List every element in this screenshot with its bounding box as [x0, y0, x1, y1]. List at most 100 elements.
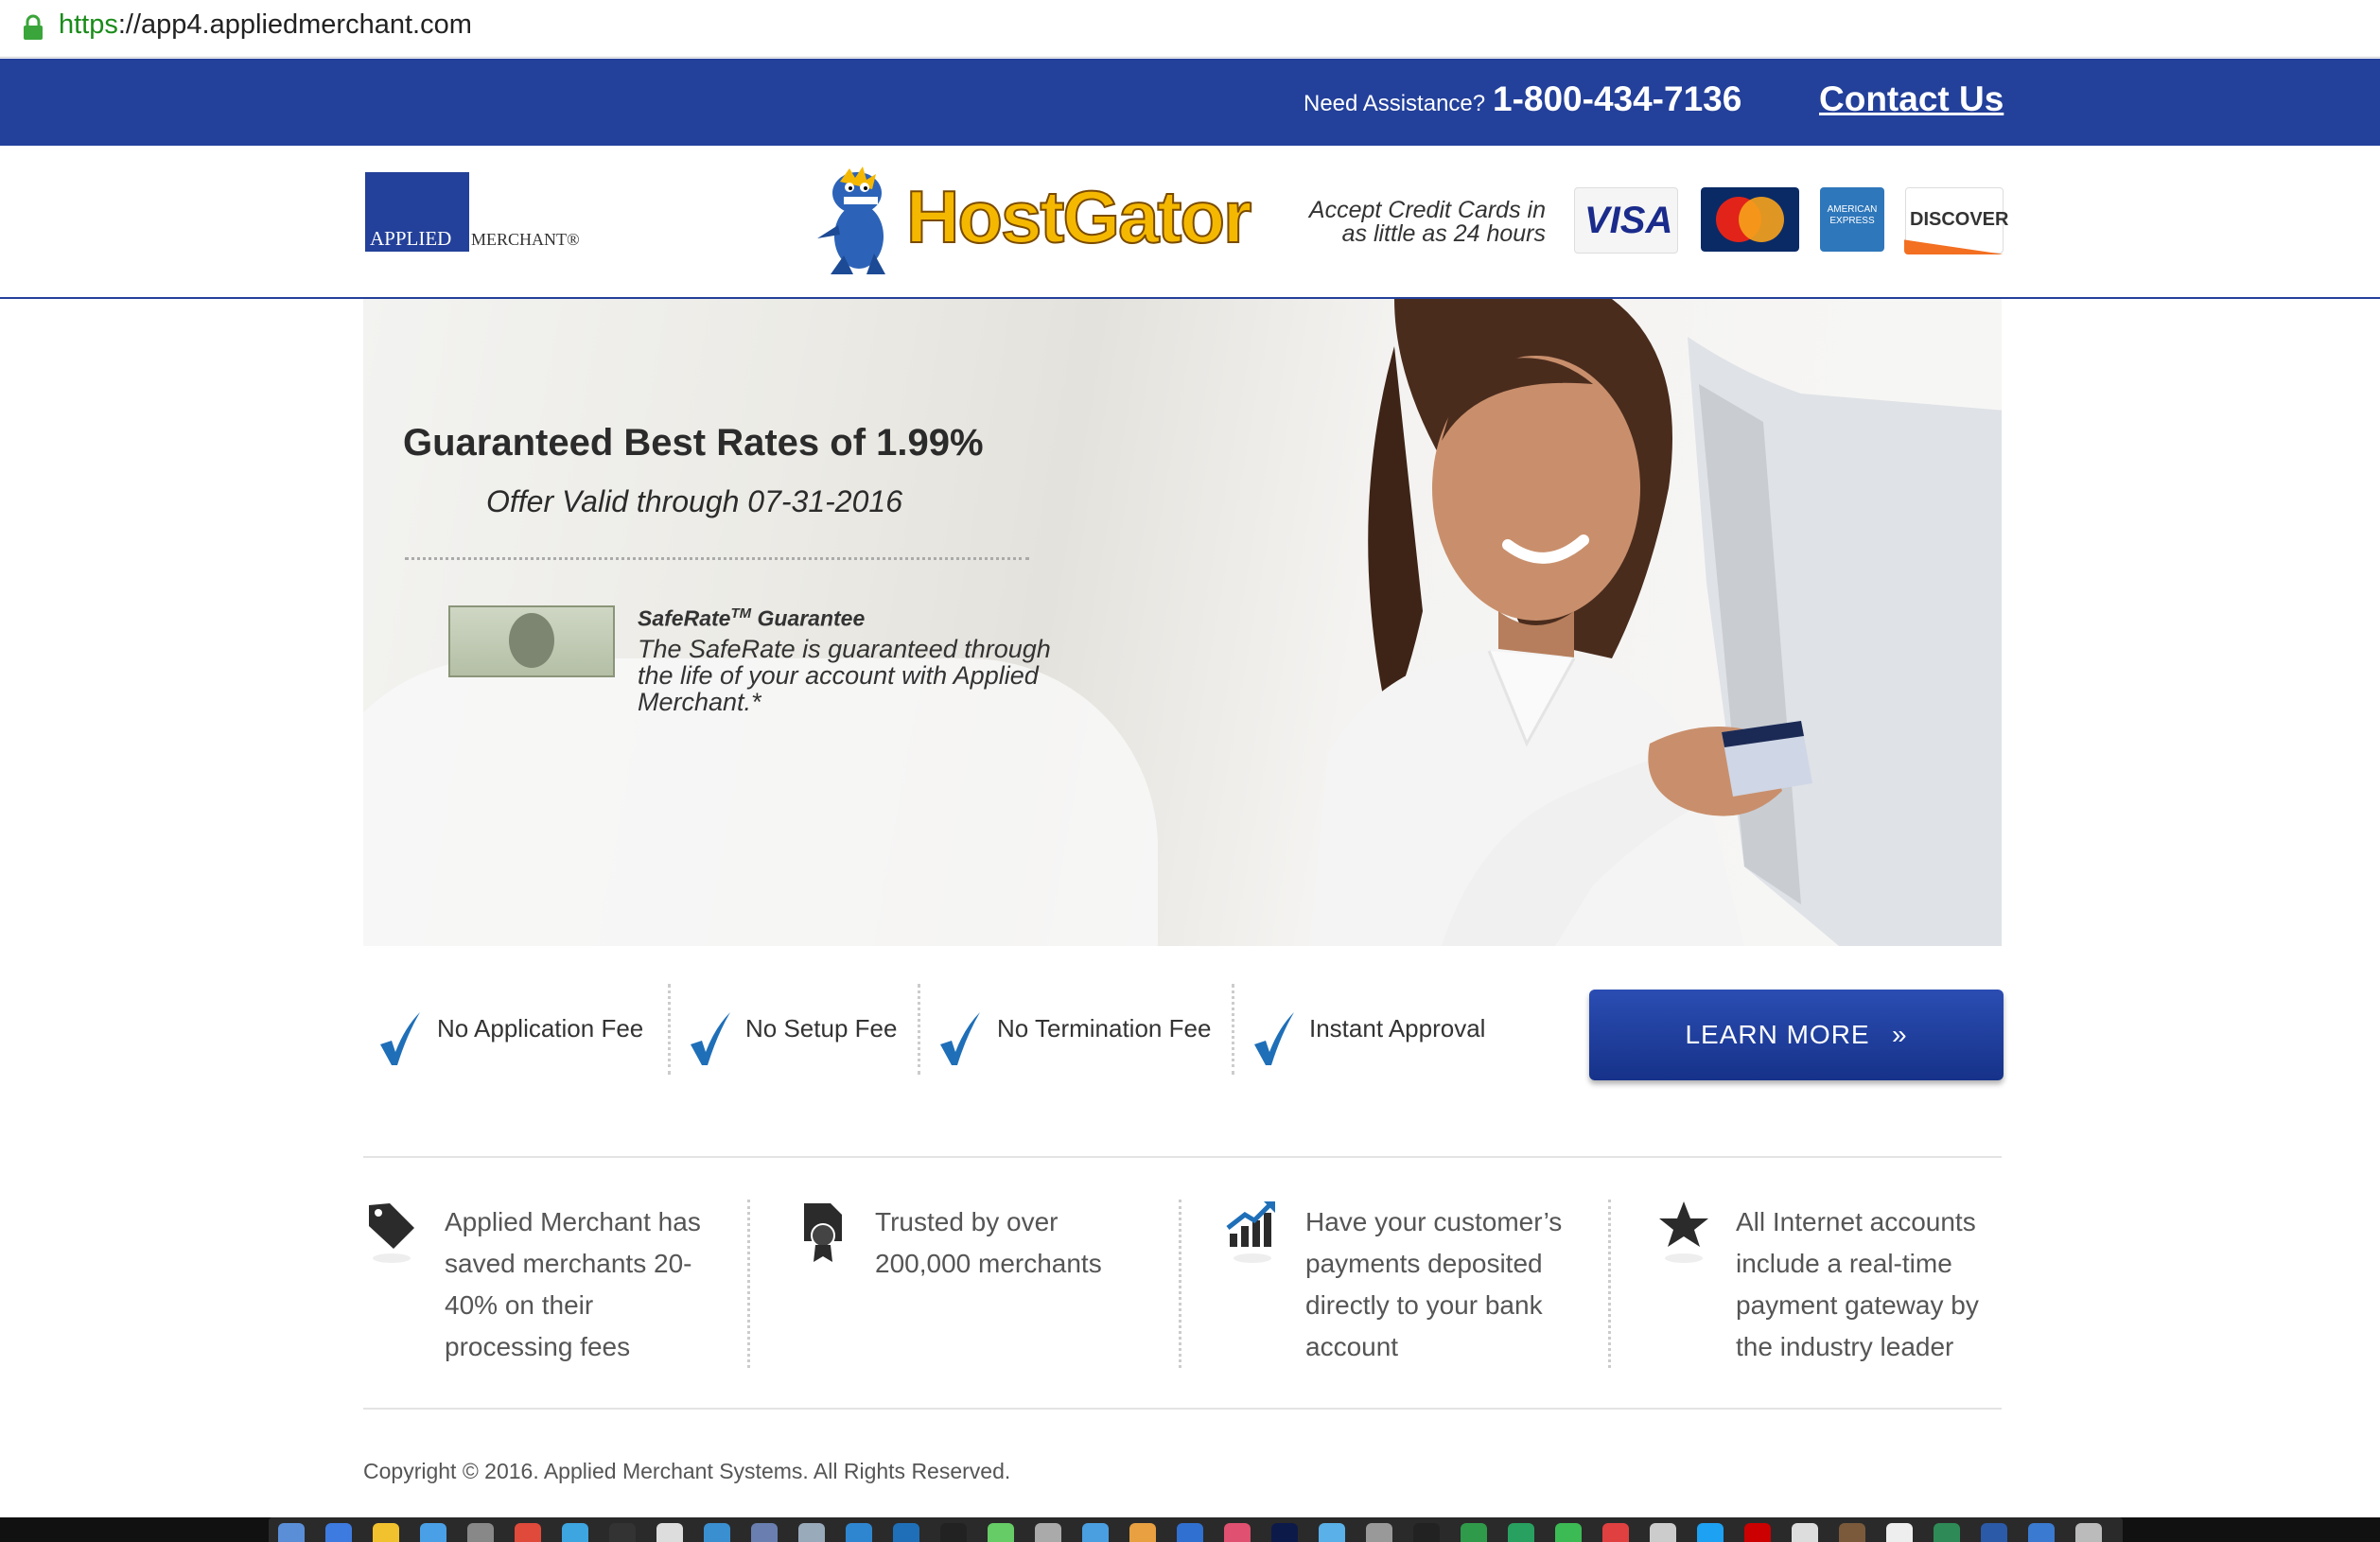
visa-card-icon: VISA	[1574, 187, 1678, 254]
accept-cards-tagline: Accept Credit Cards in as little as 24 h…	[1308, 197, 1546, 247]
dock-app-icon[interactable]	[562, 1523, 588, 1542]
dock-app-icon[interactable]	[1555, 1523, 1582, 1542]
benefit-text: All Internet accounts include a real-tim…	[1736, 1207, 1979, 1361]
feature-label: No Application Fee	[437, 1014, 644, 1043]
dock-app-icon[interactable]	[940, 1523, 967, 1542]
woman-with-card-photo	[1309, 299, 2002, 946]
url-scheme: https	[59, 9, 118, 40]
dock-app-icon[interactable]	[1319, 1523, 1345, 1542]
benefit-divider	[1179, 1200, 1181, 1368]
checkmark-icon	[380, 1012, 420, 1065]
benefit-text: Applied Merchant has saved merchants 20-…	[445, 1207, 701, 1361]
dock-app-icon[interactable]	[1839, 1523, 1865, 1542]
checkmark-icon	[1254, 1012, 1294, 1065]
dock-app-icon[interactable]	[988, 1523, 1014, 1542]
dock-app-icon[interactable]	[751, 1523, 778, 1542]
logo-applied-text: APPLIED	[370, 227, 452, 250]
checkmark-icon	[940, 1012, 980, 1065]
dock-app-icon[interactable]	[1224, 1523, 1251, 1542]
dotted-divider	[405, 557, 1029, 560]
dock-app-icon[interactable]	[1271, 1523, 1298, 1542]
dock-app-icon[interactable]	[1366, 1523, 1392, 1542]
trash-icon[interactable]	[2075, 1523, 2102, 1542]
benefit-text: Have your customer’s payments deposited …	[1305, 1207, 1563, 1361]
dock-app-icon[interactable]	[1461, 1523, 1487, 1542]
double-chevron-right-icon: »	[1891, 1020, 1908, 1049]
dock-app-icon[interactable]	[1129, 1523, 1156, 1542]
phone-number[interactable]: 1-800-434-7136	[1493, 79, 1741, 119]
dock-app-icon[interactable]	[1981, 1523, 2007, 1542]
section-divider	[363, 1156, 2002, 1158]
dock-app-icon[interactable]	[1177, 1523, 1203, 1542]
url-host: ://app4.appliedmerchant.com	[117, 9, 472, 40]
dock-app-icon[interactable]	[420, 1523, 446, 1542]
dock-app-icon[interactable]	[1650, 1523, 1676, 1542]
learn-more-label: LEARN MORE	[1685, 1020, 1870, 1049]
mastercard-icon	[1701, 187, 1799, 252]
hero-title: Guaranteed Best Rates of 1.99%	[403, 422, 984, 464]
hostgator-wordmark: HostGator	[905, 174, 1252, 259]
feature-divider	[668, 984, 671, 1075]
dock-app-icon[interactable]	[893, 1523, 919, 1542]
dock-app-icon[interactable]	[1792, 1523, 1818, 1542]
discover-card-icon: DISCOVER	[1904, 187, 2008, 254]
benefit-text: Trusted by over 200,000 merchants	[875, 1207, 1102, 1278]
dock-app-icon[interactable]	[1744, 1523, 1771, 1542]
feature-item: No Termination Fee	[938, 993, 1222, 1073]
growth-chart-icon	[1226, 1201, 1275, 1263]
star-icon	[1659, 1201, 1708, 1263]
copyright-text: Copyright © 2016. Applied Merchant Syste…	[363, 1459, 1011, 1483]
applied-merchant-logo[interactable]: APPLIED MERCHANT®	[365, 172, 588, 252]
contact-us-link[interactable]: Contact Us	[1819, 79, 2004, 119]
dock-app-icon[interactable]	[373, 1523, 399, 1542]
dock-app-icon[interactable]	[1413, 1523, 1440, 1542]
hundred-dollar-bill-image	[448, 605, 615, 677]
feature-divider	[918, 984, 920, 1075]
amex-text: AMERICAN EXPRESS	[1827, 204, 1878, 226]
learn-more-button[interactable]: LEARN MORE »	[1589, 990, 2004, 1080]
dock-app-icon[interactable]	[1602, 1523, 1629, 1542]
dock-app-icon[interactable]	[1035, 1523, 1061, 1542]
dock-app-icon[interactable]	[846, 1523, 872, 1542]
ribbon-badge-icon	[804, 1203, 842, 1262]
dock-app-icon[interactable]	[1697, 1523, 1724, 1542]
checkmark-icon	[691, 1012, 730, 1065]
dock-app-icon[interactable]	[1508, 1523, 1534, 1542]
saferate-guarantee-word: Guarantee	[751, 605, 866, 631]
saferate-description: The SafeRate is guaranteed through the l…	[638, 635, 1051, 716]
feature-label: Instant Approval	[1309, 1014, 1486, 1043]
dock-app-icon[interactable]	[515, 1523, 541, 1542]
dock-app-icon[interactable]	[656, 1523, 683, 1542]
url-text[interactable]: https://app4.appliedmerchant.com	[59, 9, 472, 41]
feature-label: No Setup Fee	[745, 1014, 898, 1043]
feature-item: Instant Approval	[1252, 993, 1498, 1073]
dock-app-icon[interactable]	[798, 1523, 825, 1542]
benefit-divider	[1608, 1200, 1611, 1368]
tag-icon	[369, 1203, 414, 1263]
gator-mascot-icon	[817, 166, 885, 274]
dock-app-icon[interactable]	[325, 1523, 352, 1542]
benefit-divider	[747, 1200, 750, 1368]
dock-app-icon[interactable]	[704, 1523, 730, 1542]
discover-text: DISCOVER	[1910, 209, 2009, 230]
feature-item: No Setup Fee	[689, 993, 916, 1073]
dock-app-icon[interactable]	[1082, 1523, 1109, 1542]
saferate-heading: SafeRateTM Guarantee	[638, 605, 865, 632]
saferate-name: SafeRate	[638, 605, 731, 631]
feature-divider	[1232, 984, 1234, 1075]
dock-app-icon[interactable]	[609, 1523, 636, 1542]
dock-app-icon[interactable]	[1886, 1523, 1913, 1542]
dock-app-icon[interactable]	[278, 1523, 305, 1542]
feature-label: No Termination Fee	[997, 1014, 1212, 1043]
logo-merchant-text: MERCHANT®	[471, 230, 580, 249]
assistance-label: Need Assistance?	[1304, 91, 1486, 116]
top-contact-bar	[0, 59, 2380, 146]
os-dock[interactable]	[269, 1517, 2123, 1542]
trademark-mark: TM	[730, 605, 752, 622]
amex-card-icon: AMERICAN EXPRESS	[1820, 187, 1884, 252]
dock-app-icon[interactable]	[2028, 1523, 2055, 1542]
dock-app-icon[interactable]	[1934, 1523, 1960, 1542]
hero-offer-date: Offer Valid through 07-31-2016	[486, 484, 902, 518]
visa-text: VISA	[1584, 200, 1673, 241]
dock-app-icon[interactable]	[467, 1523, 494, 1542]
